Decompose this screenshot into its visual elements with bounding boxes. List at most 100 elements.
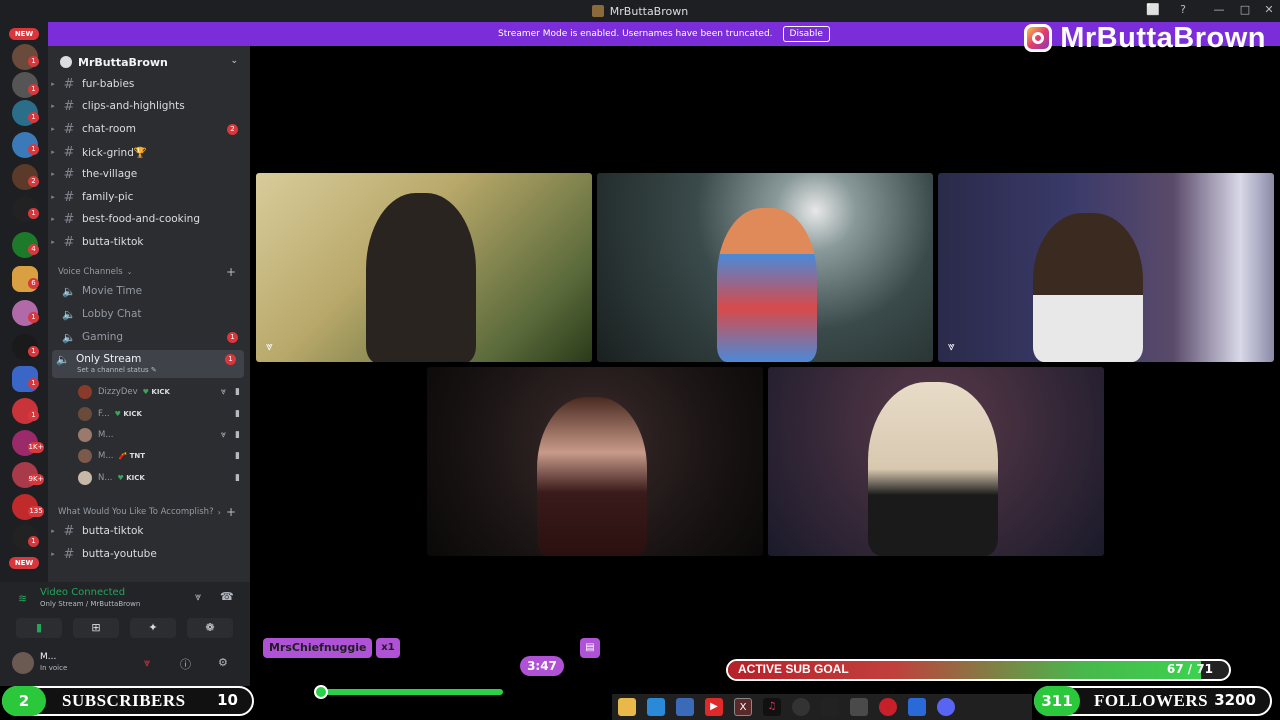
app-icon[interactable] [850, 698, 868, 716]
voice-channel-lobby-chat[interactable]: 🔈 Lobby Chat [48, 303, 250, 325]
maximize-button[interactable]: □ [1234, 3, 1256, 16]
chevron-down-icon[interactable]: ⌄ [230, 56, 238, 66]
app-icon[interactable] [879, 698, 897, 716]
voice-channel-movie-time[interactable]: 🔈 Movie Time [48, 280, 250, 302]
obs-icon[interactable] [792, 698, 810, 716]
minimize-button[interactable]: — [1208, 3, 1230, 16]
user-panel: M... In voice ⩔ ⓘ ⚙ [0, 642, 250, 686]
kick-tag: ♥ KICK [142, 388, 170, 396]
file-explorer-icon[interactable] [618, 698, 636, 716]
voice-user-name: M... [98, 451, 114, 461]
channel-fur-babies[interactable]: ▸ # fur-babies [48, 73, 250, 95]
voice-user[interactable]: M... ⩔ ▮ [78, 425, 244, 445]
channel-status-prompt[interactable]: Set a channel status ✎ [77, 366, 157, 374]
add-channel-icon[interactable]: + [226, 265, 236, 279]
screen-share-button[interactable]: ⊞ [73, 618, 119, 638]
voice-connected-panel: ≋ Video Connected Only Stream / MrButtaB… [0, 582, 250, 642]
youtube-icon[interactable]: ▶ [705, 698, 723, 716]
voice-channels-category[interactable]: Voice Channels ⌄ + [58, 264, 248, 280]
close-button[interactable]: ✕ [1258, 3, 1280, 16]
edge-icon[interactable] [647, 698, 665, 716]
video-icon: ▮ [235, 409, 240, 419]
instagram-overlay: MrButtaBrown [1024, 20, 1266, 56]
progress-slider-knob[interactable] [314, 685, 328, 699]
avatar[interactable] [12, 652, 34, 674]
hash-icon: # [63, 234, 75, 250]
channel-chat-room[interactable]: ▸ # chat-room 2 [48, 118, 250, 140]
channel-name: fur-babies [82, 78, 135, 90]
gear-icon[interactable]: ⚙ [218, 656, 228, 669]
kick-tag: ♥ KICK [117, 474, 145, 482]
voice-user[interactable]: M... 🧨 TNT ▮ [78, 446, 244, 466]
chat-icon: ▤ [580, 638, 600, 658]
voice-channel-gaming[interactable]: 🔈 Gaming 1 [48, 326, 250, 348]
noise-suppression-icon[interactable]: ⩔ [195, 590, 201, 604]
new-pill[interactable]: NEW [9, 557, 39, 569]
video-tile[interactable] [597, 173, 933, 362]
disable-streamer-mode-button[interactable]: Disable [782, 26, 830, 42]
store-icon[interactable] [676, 698, 694, 716]
speaker-icon: 🔈 [56, 353, 70, 366]
channel-butta-tiktok[interactable]: ▸ # butta-tiktok [48, 231, 250, 253]
server-badge: 1 [28, 536, 39, 547]
accomplish-category[interactable]: What Would You Like To Accomplish? › + [58, 504, 248, 520]
channel-sidebar: MrButtaBrown ⌄ ▸ # fur-babies ▸ # clips-… [48, 46, 250, 582]
channel-kick-grind[interactable]: ▸ # kick-grind🏆 [48, 141, 250, 163]
channel-clips-and-highlights[interactable]: ▸ # clips-and-highlights [48, 95, 250, 117]
instagram-icon [1024, 24, 1053, 52]
sub-goal-bar: ACTIVE SUB GOAL 67 / 71 [726, 659, 1231, 681]
channel-name: butta-tiktok [82, 236, 144, 248]
soundboard-button[interactable]: ❁ [187, 618, 233, 638]
chevron-right-icon: › [217, 507, 221, 517]
tiktok-icon[interactable]: ♫ [763, 698, 781, 716]
window-title-bar: MrButtaBrown ⬜ ? — □ ✕ [0, 0, 1280, 22]
voice-channel-only-stream[interactable]: 🔈 Only Stream Set a channel status ✎ 1 [52, 350, 244, 378]
channel-best-food-and-cooking[interactable]: ▸ # best-food-and-cooking [48, 208, 250, 230]
new-pill[interactable]: NEW [9, 28, 39, 40]
participant-video [537, 397, 647, 556]
help-icon[interactable]: ? [1172, 3, 1194, 16]
channel-butta-youtube[interactable]: ▸ # butta-youtube [48, 543, 250, 565]
hash-icon: # [63, 121, 75, 137]
game-icon[interactable] [821, 698, 839, 716]
chevron-right-icon: ▸ [51, 238, 55, 246]
channel-the-village[interactable]: ▸ # the-village [48, 163, 250, 185]
disconnect-icon[interactable]: ☎ [220, 590, 234, 603]
channel-name: clips-and-highlights [82, 100, 185, 112]
chevron-right-icon: ▸ [51, 215, 55, 223]
discord-icon[interactable] [937, 698, 955, 716]
voice-user[interactable]: N... ♥ KICK ▮ [78, 468, 244, 488]
progress-slider-track [320, 689, 503, 695]
voice-user[interactable]: DizzyDev ♥ KICK ⩔ ▮ [78, 382, 244, 402]
app-icon[interactable] [908, 698, 926, 716]
mic-muted-icon: ⩔ [266, 339, 273, 353]
category-label: What Would You Like To Accomplish? [58, 507, 214, 517]
server-badge: 1 [28, 378, 39, 389]
video-tile[interactable]: ⩔ [938, 173, 1274, 362]
headphones-icon[interactable]: ⓘ [180, 656, 191, 672]
camera-button[interactable]: ▮ [16, 618, 62, 638]
video-tile[interactable]: ⩔ [256, 173, 592, 362]
voice-user[interactable]: F... ♥ KICK ▮ [78, 404, 244, 424]
signal-icon[interactable]: ≋ [18, 592, 27, 605]
channel-name: chat-room [82, 123, 136, 135]
inbox-icon[interactable]: ⬜ [1142, 3, 1164, 16]
avatar [78, 471, 92, 485]
video-tile[interactable] [768, 367, 1104, 556]
chevron-right-icon: ▸ [51, 170, 55, 178]
add-channel-icon[interactable]: + [226, 505, 236, 519]
video-tile[interactable] [427, 367, 763, 556]
mic-muted-icon[interactable]: ⩔ [144, 656, 150, 670]
tnt-tag: 🧨 TNT [118, 452, 146, 460]
streamer-mode-text: Streamer Mode is enabled. Usernames have… [498, 29, 773, 39]
channel-family-pic[interactable]: ▸ # family-pic [48, 186, 250, 208]
followers-goal: 3200 [1214, 691, 1256, 709]
subscribers-label: SUBSCRIBERS [62, 691, 186, 710]
activities-button[interactable]: ✦ [130, 618, 176, 638]
channel-butta-tiktok-2[interactable]: ▸ # butta-tiktok [48, 520, 250, 542]
channel-name: kick-grind🏆 [82, 146, 147, 159]
voice-status-sub[interactable]: Only Stream / MrButtaBrown [40, 600, 140, 608]
x-icon[interactable]: X [734, 698, 752, 716]
instagram-handle: MrButtaBrown [1060, 21, 1266, 54]
channel-name: Movie Time [82, 285, 143, 297]
